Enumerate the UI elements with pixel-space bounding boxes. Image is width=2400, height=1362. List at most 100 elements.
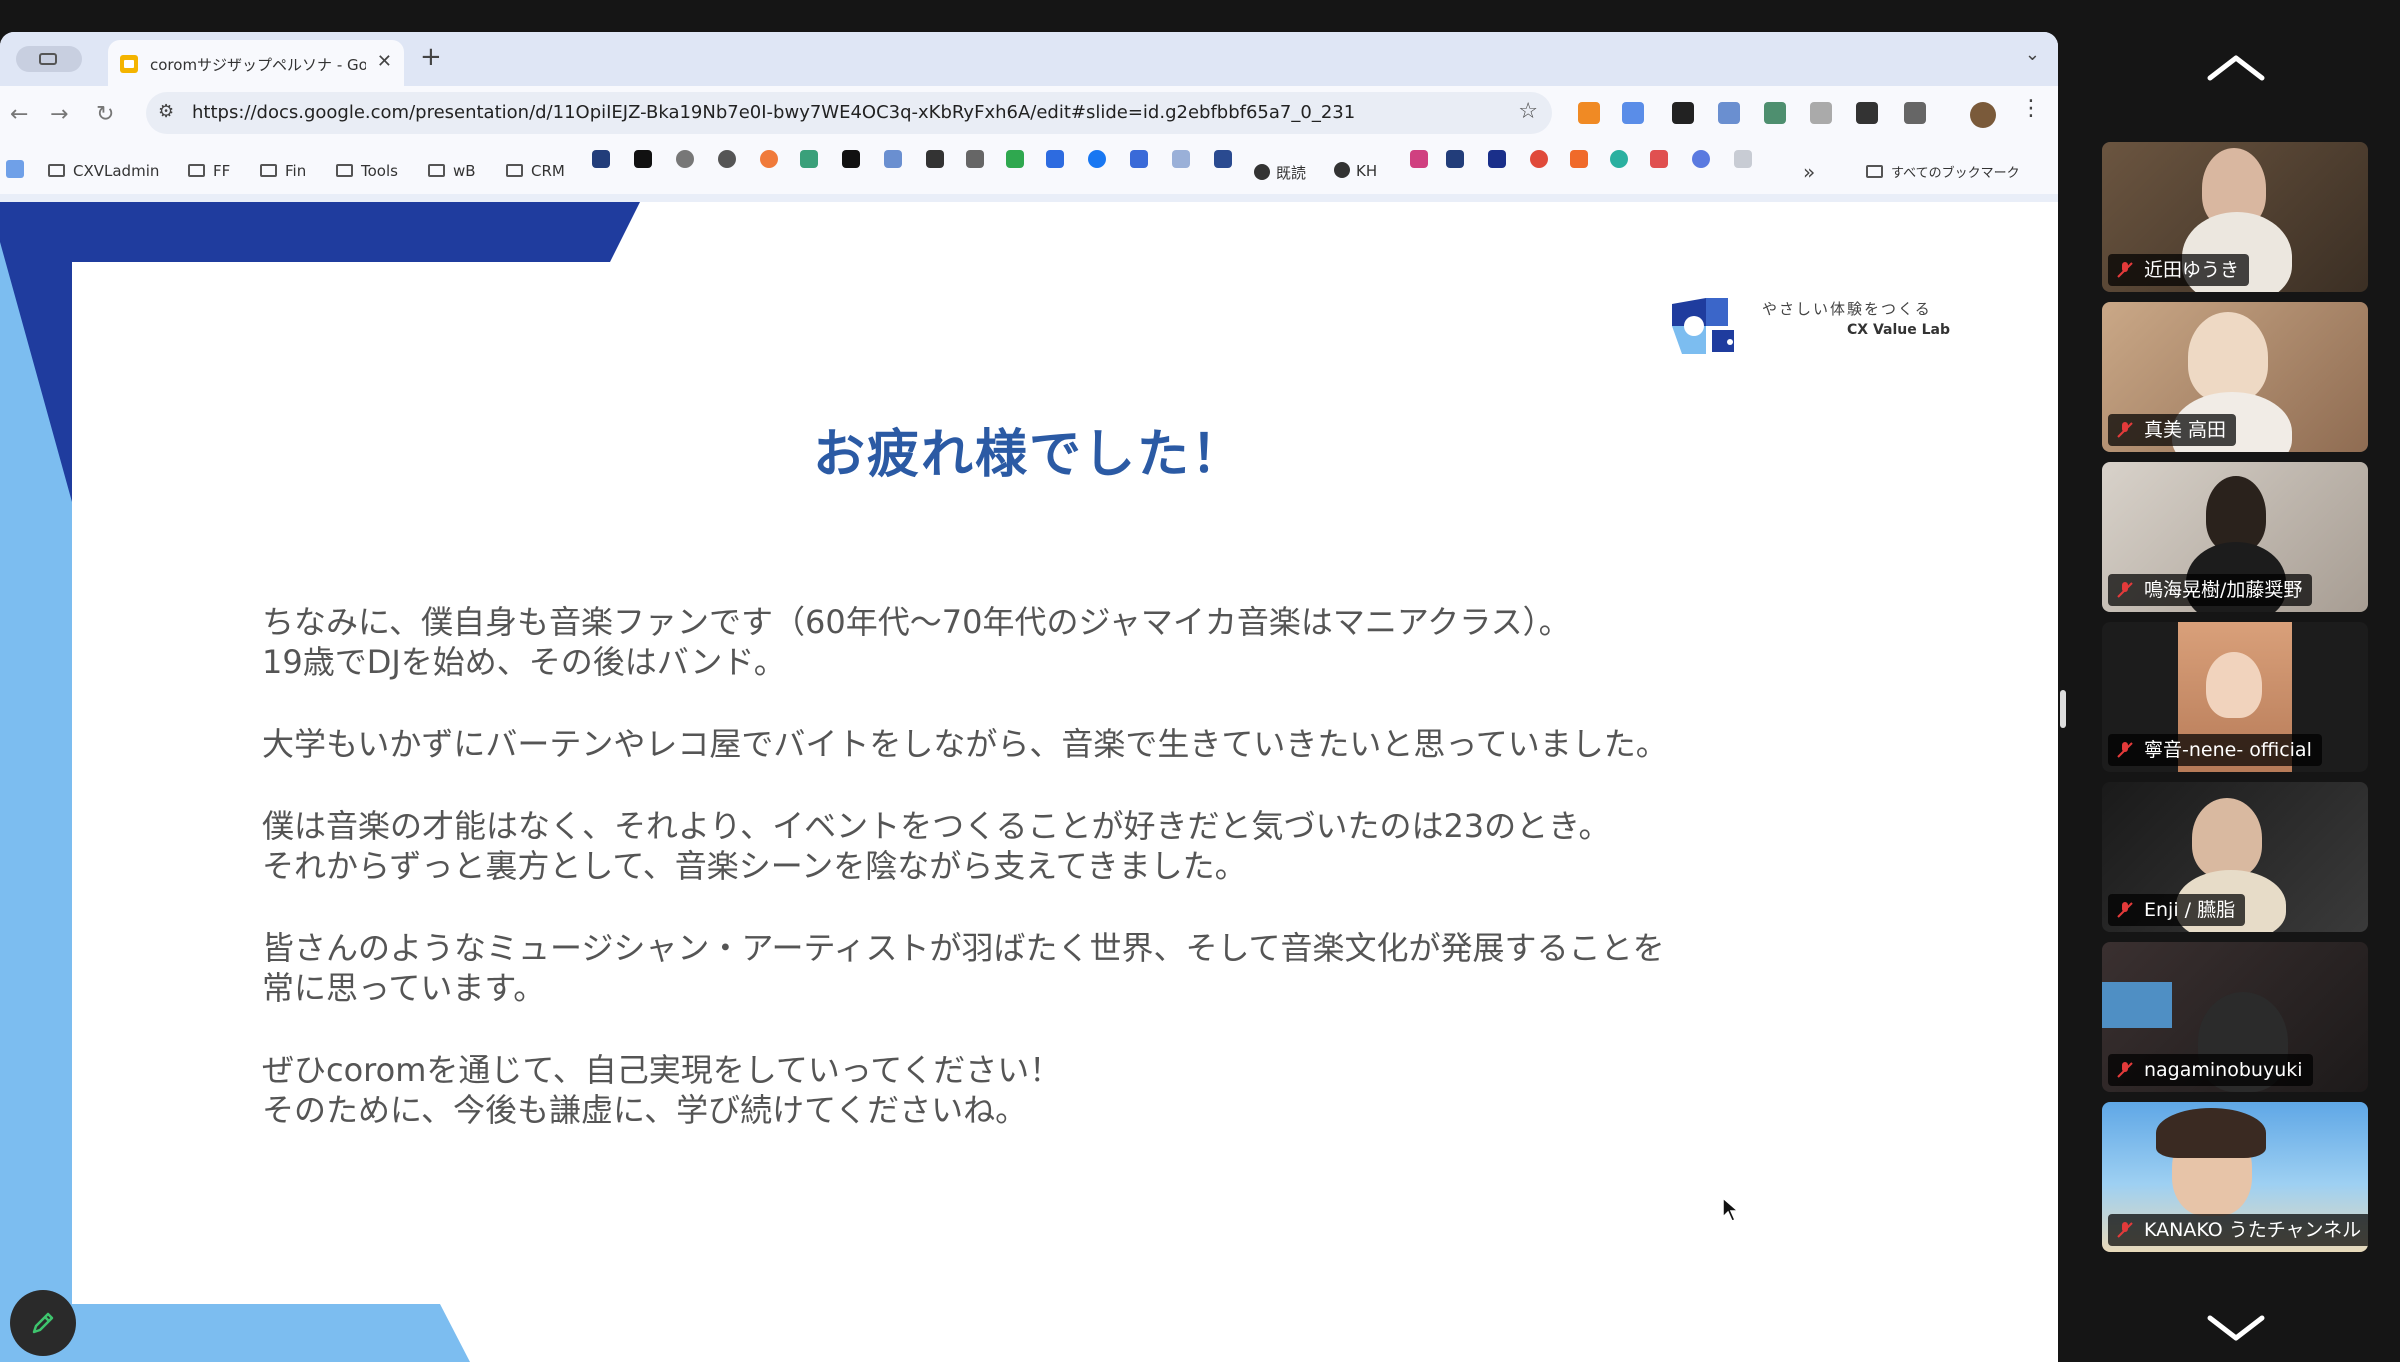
tab-active[interactable]: coromサジザップペルソナ - Google スライド ✕ — [108, 40, 404, 86]
back-arrow-icon[interactable]: ← — [10, 102, 28, 127]
participant-tile[interactable]: 寧音-nene- official — [2102, 622, 2368, 772]
bookmark-apps-icon[interactable] — [6, 160, 24, 182]
bookmark-site-icon[interactable] — [926, 150, 944, 168]
bookmark-site-icon[interactable] — [676, 150, 694, 168]
body-line: 皆さんのようなミュージシャン・アーティストが羽ばたく世界、そして音楽文化が発展す… — [262, 929, 1665, 967]
extension-password-icon[interactable] — [1856, 102, 1878, 124]
address-bar[interactable]: ⚙ https://docs.google.com/presentation/d… — [146, 92, 1552, 134]
participant-name-label: nagaminobuyuki — [2108, 1054, 2313, 1086]
tab-search-button[interactable] — [16, 46, 82, 72]
bookmark-folder-crm[interactable]: CRM — [506, 162, 565, 180]
browser-menu-icon[interactable]: ⋮ — [2020, 96, 2042, 121]
bookmark-site-icon[interactable] — [1530, 150, 1548, 168]
bookmark-folder-cxvladmin[interactable]: CXVLadmin — [48, 162, 159, 180]
bookmarks-overflow-icon[interactable]: » — [1803, 160, 1815, 184]
folder-icon — [506, 164, 523, 177]
mic-muted-icon — [2117, 902, 2133, 918]
body-line: ちなみに、僕自身も音楽ファンです（60年代〜70年代のジャマイカ音楽はマニアクラ… — [262, 603, 1571, 641]
bookmark-site-icon[interactable] — [1046, 150, 1064, 168]
mic-muted-icon — [2117, 1062, 2133, 1078]
close-tab-icon[interactable]: ✕ — [377, 51, 392, 72]
extension-chart-icon[interactable] — [1578, 102, 1600, 124]
forward-arrow-icon[interactable]: → — [50, 102, 68, 127]
participant-tile[interactable]: nagaminobuyuki — [2102, 942, 2368, 1092]
globe-icon — [1334, 162, 1350, 178]
bookmark-folder-fin[interactable]: Fin — [260, 162, 306, 180]
extension-screen-icon[interactable] — [1718, 102, 1740, 124]
participant-tile[interactable]: KANAKO うたチャンネル — [2102, 1102, 2368, 1252]
bookmark-site-icon[interactable] — [1410, 150, 1428, 168]
body-line: 19歳でDJを始め、その後はバンド。 — [262, 643, 786, 681]
bookmark-site-icon[interactable] — [1650, 150, 1668, 168]
extension-camera-icon[interactable] — [1810, 102, 1832, 124]
bookmark-site-icon[interactable] — [1006, 150, 1024, 168]
tab-list-chevron-icon[interactable]: ⌄ — [2025, 44, 2040, 65]
bookmark-kidoku[interactable]: 既読 — [1254, 162, 1306, 183]
slide-canvas: やさしい体験をつくる CX Value Lab お疲れ様でした！ ちなみに、僕自… — [72, 262, 1986, 1304]
folder-icon — [1866, 165, 1883, 178]
site-info-icon[interactable]: ⚙ — [158, 101, 174, 122]
all-bookmarks-folder[interactable]: すべてのブックマーク — [1866, 162, 2020, 181]
reload-icon[interactable]: ↻ — [96, 102, 114, 127]
profile-avatar[interactable] — [1970, 102, 1996, 128]
participant-name-label: 鳴海晃樹/加藤奨野 — [2108, 574, 2313, 606]
logo-name: CX Value Lab — [1847, 322, 1950, 338]
folder-icon — [260, 164, 277, 177]
mic-muted-icon — [2117, 1222, 2133, 1238]
participant-video — [2102, 982, 2172, 1028]
participant-tile[interactable]: 鳴海晃樹/加藤奨野 — [2102, 462, 2368, 612]
participant-name-label: 近田ゆうき — [2108, 254, 2250, 286]
extension-translate-icon[interactable] — [1622, 102, 1644, 124]
mic-muted-icon — [2117, 582, 2133, 598]
new-tab-button[interactable]: + — [420, 42, 442, 72]
bookmark-site-icon[interactable] — [1692, 150, 1710, 168]
extension-notion-icon[interactable] — [1672, 102, 1694, 124]
bookmark-site-icon[interactable] — [884, 150, 902, 168]
presentation-stage: やさしい体験をつくる CX Value Lab お疲れ様でした！ ちなみに、僕自… — [0, 202, 2058, 1362]
participant-video — [2156, 1108, 2266, 1158]
bookmark-site-icon[interactable] — [1446, 150, 1464, 168]
browser-toolbar: ← → ↻ ⚙ https://docs.google.com/presenta… — [0, 86, 2058, 150]
bookmark-site-icon[interactable] — [1214, 150, 1232, 168]
chevron-up-icon[interactable] — [2206, 54, 2266, 82]
mouse-cursor-icon — [1722, 1197, 1740, 1222]
participant-tile[interactable]: Enji / 臙脂 — [2102, 782, 2368, 932]
mic-muted-icon — [2117, 422, 2133, 438]
participant-tile[interactable]: 近田ゆうき — [2102, 142, 2368, 292]
chevron-down-icon[interactable] — [2206, 1314, 2266, 1342]
extensions-puzzle-icon[interactable] — [1904, 102, 1926, 124]
bookmark-site-icon[interactable] — [1488, 150, 1506, 168]
bookmark-site-icon[interactable] — [1570, 150, 1588, 168]
panel-resize-handle[interactable] — [2060, 690, 2066, 728]
bookmark-site-icon[interactable] — [800, 150, 818, 168]
bookmark-site-icon[interactable] — [592, 150, 610, 168]
folder-icon — [188, 164, 205, 177]
bookmark-site-icon[interactable] — [1130, 150, 1148, 168]
bookmark-site-icon[interactable] — [634, 150, 652, 168]
url-text[interactable]: https://docs.google.com/presentation/d/1… — [192, 102, 1355, 123]
body-line: 大学もいかずにバーテンやレコ屋でバイトをしながら、音楽で生きていきたいと思ってい… — [262, 725, 1668, 763]
bookmark-site-icon[interactable] — [966, 150, 984, 168]
body-line: そのために、今後も謙虚に、学び続けてくださいね。 — [262, 1091, 1028, 1129]
annotate-button[interactable] — [10, 1290, 76, 1356]
pencil-icon — [32, 1312, 54, 1334]
cx-value-lab-logo — [1672, 298, 1742, 354]
bookmark-site-icon[interactable] — [1610, 150, 1628, 168]
body-line: 常に思っています。 — [262, 969, 546, 1007]
bookmark-folder-ff[interactable]: FF — [188, 162, 230, 180]
extension-stack-icon[interactable] — [1764, 102, 1786, 124]
participant-tile[interactable]: 真美 高田 — [2102, 302, 2368, 452]
bookmark-site-icon[interactable] — [760, 150, 778, 168]
folder-icon — [428, 164, 445, 177]
bookmark-site-icon[interactable] — [1734, 150, 1752, 168]
bookmark-site-icon[interactable] — [1172, 150, 1190, 168]
bookmark-kh[interactable]: KH — [1334, 162, 1377, 180]
x-icon[interactable] — [842, 150, 860, 168]
bookmark-site-icon[interactable] — [718, 150, 736, 168]
facebook-icon[interactable] — [1088, 150, 1106, 168]
bookmark-star-icon[interactable]: ☆ — [1518, 99, 1538, 124]
participant-name-label: 真美 高田 — [2108, 414, 2237, 446]
participant-name-label: Enji / 臙脂 — [2108, 894, 2246, 926]
bookmark-folder-tools[interactable]: Tools — [336, 162, 398, 180]
bookmark-folder-wb[interactable]: wB — [428, 162, 476, 180]
